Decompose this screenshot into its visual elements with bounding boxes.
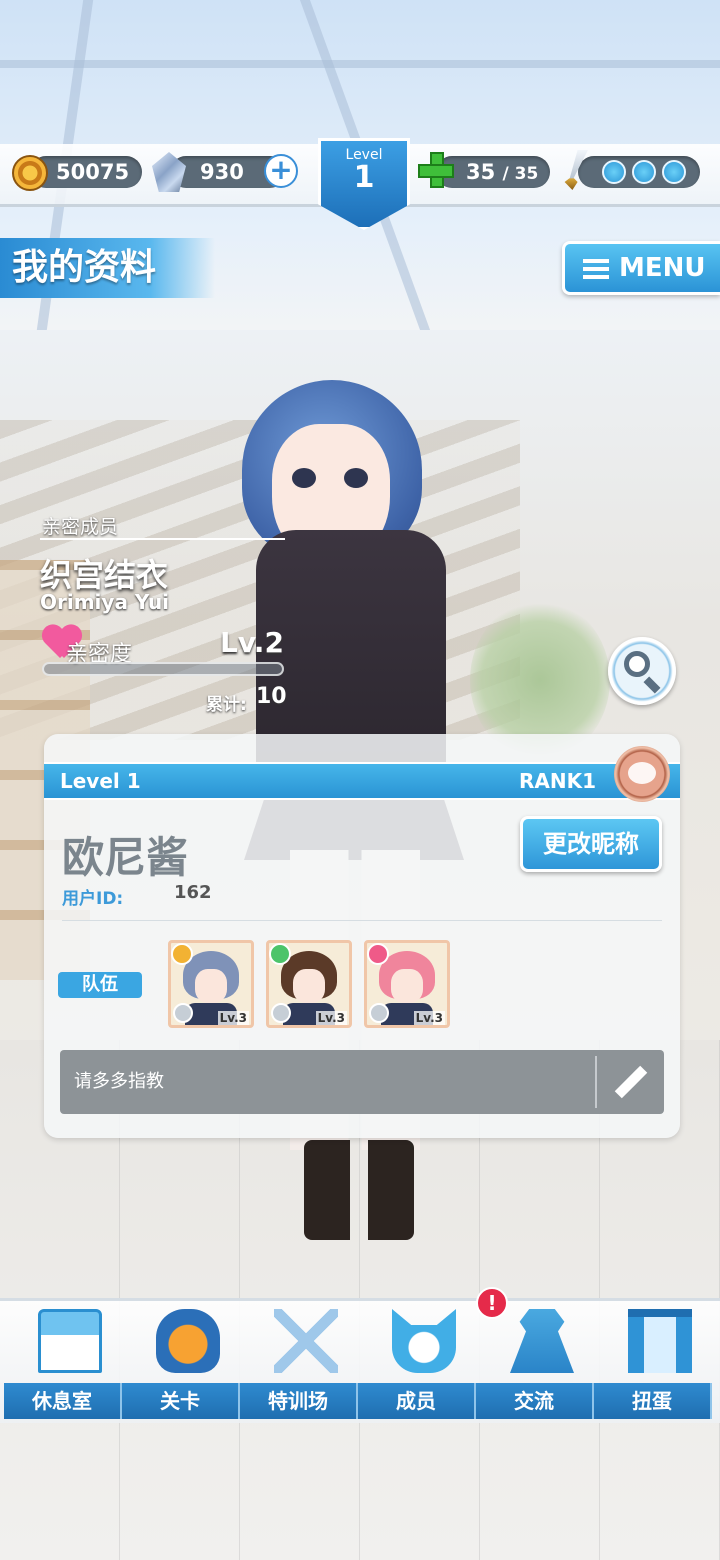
member-level: Lv.3 [413,1011,445,1025]
profile-card-header: Level 1 RANK1 [44,762,680,800]
nav-item-stages[interactable]: 关卡 [122,1301,240,1421]
charge-dot-icon [662,160,686,184]
portrait-face [391,969,423,1003]
nav-item-members[interactable]: 成员 [358,1301,476,1421]
charge-dot-icon [632,160,656,184]
caption-divider [40,538,285,540]
magnifier-icon [624,651,650,677]
cat-mascot-icon [392,1309,456,1373]
portrait-face [293,969,325,1003]
nav-label: 扭蛋 [632,1389,672,1413]
team-label: 队伍 [58,972,142,998]
magnifier-handle [643,676,661,694]
profile-card: Level 1 RANK1 欧尼酱 用户ID: 162 更改昵称 队伍 Lv.3… [44,734,680,1138]
intimacy-total-value: 10 [256,684,287,709]
hamburger-icon [583,258,609,279]
nav-item-gacha[interactable]: 扭蛋 [594,1301,712,1421]
character-eye [292,468,316,488]
user-id-value: 162 [174,882,212,903]
comment-field[interactable]: 请多多指教 [60,1050,664,1114]
character-eye [344,468,368,488]
pencil-edit-icon[interactable] [614,1066,648,1100]
comment-text: 请多多指教 [74,1071,164,1092]
stamina-current: 35 [466,160,496,184]
change-nickname-button[interactable]: 更改昵称 [520,816,662,872]
menu-label: MENU [619,253,706,283]
coin-amount: 50075 [56,160,130,184]
nav-label: 成员 [396,1389,436,1413]
member-level: Lv.3 [315,1011,347,1025]
curtain-icon [628,1309,692,1373]
menu-button[interactable]: MENU [562,241,720,295]
nav-label-bar: 扭蛋 [594,1383,712,1419]
notification-badge: ! [476,1287,508,1319]
skill-badge-icon [369,1003,389,1023]
player-nickname: 欧尼酱 [62,833,189,882]
rank-medal-icon [614,746,670,802]
nav-item-lounge[interactable]: 休息室 [4,1301,122,1421]
team-member-card[interactable]: Lv.3 [266,940,352,1028]
background-beam [0,60,720,68]
portrait-face [195,969,227,1003]
team-member-card[interactable]: Lv.3 [168,940,254,1028]
profile-rank: RANK1 [518,769,596,793]
coin-icon [12,155,48,191]
nav-label-bar: 关卡 [122,1383,240,1419]
attribute-badge-icon [367,943,389,965]
comment-separator [595,1056,597,1108]
intimacy-progress-bar [42,662,284,676]
skill-badge-icon [271,1003,291,1023]
intimacy-total-label: 累计: [206,695,247,715]
bottom-navigation: 休息室 关卡 特训场 成员 交流 扭蛋 [0,1298,720,1423]
nav-label: 特训场 [268,1389,328,1413]
character-boots [304,1140,414,1240]
nav-item-training[interactable]: 特训场 [240,1301,358,1421]
add-gems-button[interactable]: + [264,154,298,188]
intimacy-caption: 亲密成员 [42,516,119,538]
level-number: 1 [353,160,375,195]
attribute-badge-icon [269,943,291,965]
nav-label: 交流 [514,1389,554,1413]
nav-item-social[interactable]: 交流 [476,1301,594,1421]
monster-icon [156,1309,220,1373]
charge-dot-icon [602,160,626,184]
crossed-swords-icon [274,1309,338,1373]
nav-label-bar: 交流 [476,1383,594,1419]
nav-label-bar: 成员 [358,1383,476,1419]
attribute-badge-icon [171,943,193,965]
dress-icon [510,1309,574,1373]
nav-label: 休息室 [32,1389,92,1413]
member-romaji: Orimiya Yui [40,590,170,614]
school-icon [38,1309,102,1373]
pig-emblem-icon [628,762,656,784]
card-divider [62,920,662,921]
stamina-plus-icon [418,152,454,188]
user-id-label: 用户ID: [62,889,124,909]
nav-label: 关卡 [160,1389,200,1413]
page-title: 我的资料 [0,238,215,298]
nav-label-bar: 特训场 [240,1383,358,1419]
skill-badge-icon [173,1003,193,1023]
nav-label-bar: 休息室 [4,1383,122,1419]
intimacy-level: Lv.2 [220,626,284,659]
team-member-card[interactable]: Lv.3 [364,940,450,1028]
gem-amount: 930 [200,160,244,184]
member-level: Lv.3 [217,1011,249,1025]
profile-level: Level 1 [60,769,141,793]
zoom-button[interactable] [608,637,676,705]
stamina-max: / 35 [502,164,539,184]
